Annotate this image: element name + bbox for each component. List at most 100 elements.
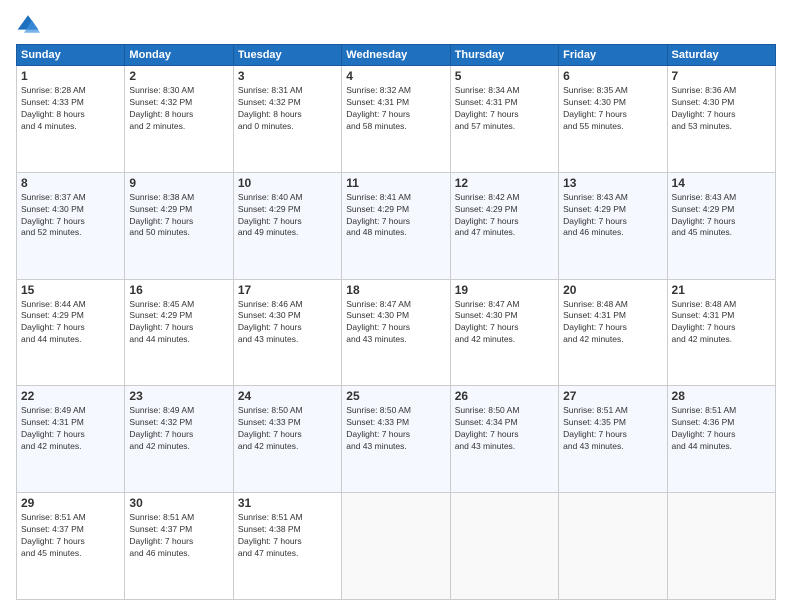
calendar-header-row: SundayMondayTuesdayWednesdayThursdayFrid… — [17, 45, 776, 66]
day-number: 30 — [129, 496, 228, 510]
day-number: 6 — [563, 69, 662, 83]
day-info: Sunrise: 8:49 AMSunset: 4:31 PMDaylight:… — [21, 405, 120, 453]
day-info: Sunrise: 8:45 AMSunset: 4:29 PMDaylight:… — [129, 299, 228, 347]
calendar-cell: 2 Sunrise: 8:30 AMSunset: 4:32 PMDayligh… — [125, 66, 233, 173]
day-info: Sunrise: 8:51 AMSunset: 4:38 PMDaylight:… — [238, 512, 337, 560]
day-number: 12 — [455, 176, 554, 190]
calendar-cell: 15 Sunrise: 8:44 AMSunset: 4:29 PMDaylig… — [17, 279, 125, 386]
day-info: Sunrise: 8:43 AMSunset: 4:29 PMDaylight:… — [672, 192, 771, 240]
day-number: 16 — [129, 283, 228, 297]
calendar-cell: 9 Sunrise: 8:38 AMSunset: 4:29 PMDayligh… — [125, 172, 233, 279]
day-number: 23 — [129, 389, 228, 403]
calendar-cell: 23 Sunrise: 8:49 AMSunset: 4:32 PMDaylig… — [125, 386, 233, 493]
calendar-cell: 19 Sunrise: 8:47 AMSunset: 4:30 PMDaylig… — [450, 279, 558, 386]
day-info: Sunrise: 8:49 AMSunset: 4:32 PMDaylight:… — [129, 405, 228, 453]
calendar-cell: 22 Sunrise: 8:49 AMSunset: 4:31 PMDaylig… — [17, 386, 125, 493]
calendar-table: SundayMondayTuesdayWednesdayThursdayFrid… — [16, 44, 776, 600]
calendar-cell: 29 Sunrise: 8:51 AMSunset: 4:37 PMDaylig… — [17, 493, 125, 600]
calendar-cell: 11 Sunrise: 8:41 AMSunset: 4:29 PMDaylig… — [342, 172, 450, 279]
calendar-cell — [667, 493, 775, 600]
calendar-week-row: 1 Sunrise: 8:28 AMSunset: 4:33 PMDayligh… — [17, 66, 776, 173]
calendar-cell: 12 Sunrise: 8:42 AMSunset: 4:29 PMDaylig… — [450, 172, 558, 279]
day-info: Sunrise: 8:47 AMSunset: 4:30 PMDaylight:… — [346, 299, 445, 347]
day-number: 19 — [455, 283, 554, 297]
calendar-day-header: Tuesday — [233, 45, 341, 66]
calendar-cell: 6 Sunrise: 8:35 AMSunset: 4:30 PMDayligh… — [559, 66, 667, 173]
calendar-cell: 5 Sunrise: 8:34 AMSunset: 4:31 PMDayligh… — [450, 66, 558, 173]
day-number: 22 — [21, 389, 120, 403]
day-number: 14 — [672, 176, 771, 190]
calendar-cell: 27 Sunrise: 8:51 AMSunset: 4:35 PMDaylig… — [559, 386, 667, 493]
day-info: Sunrise: 8:48 AMSunset: 4:31 PMDaylight:… — [672, 299, 771, 347]
day-info: Sunrise: 8:50 AMSunset: 4:33 PMDaylight:… — [238, 405, 337, 453]
calendar-cell: 25 Sunrise: 8:50 AMSunset: 4:33 PMDaylig… — [342, 386, 450, 493]
calendar-cell — [450, 493, 558, 600]
day-number: 28 — [672, 389, 771, 403]
day-info: Sunrise: 8:51 AMSunset: 4:37 PMDaylight:… — [21, 512, 120, 560]
day-number: 15 — [21, 283, 120, 297]
calendar-cell: 3 Sunrise: 8:31 AMSunset: 4:32 PMDayligh… — [233, 66, 341, 173]
calendar-cell: 14 Sunrise: 8:43 AMSunset: 4:29 PMDaylig… — [667, 172, 775, 279]
day-number: 20 — [563, 283, 662, 297]
day-info: Sunrise: 8:31 AMSunset: 4:32 PMDaylight:… — [238, 85, 337, 133]
day-number: 17 — [238, 283, 337, 297]
day-info: Sunrise: 8:51 AMSunset: 4:37 PMDaylight:… — [129, 512, 228, 560]
calendar-cell: 21 Sunrise: 8:48 AMSunset: 4:31 PMDaylig… — [667, 279, 775, 386]
calendar-cell: 8 Sunrise: 8:37 AMSunset: 4:30 PMDayligh… — [17, 172, 125, 279]
day-info: Sunrise: 8:44 AMSunset: 4:29 PMDaylight:… — [21, 299, 120, 347]
day-info: Sunrise: 8:47 AMSunset: 4:30 PMDaylight:… — [455, 299, 554, 347]
calendar-cell: 1 Sunrise: 8:28 AMSunset: 4:33 PMDayligh… — [17, 66, 125, 173]
day-number: 29 — [21, 496, 120, 510]
day-number: 21 — [672, 283, 771, 297]
calendar-cell: 31 Sunrise: 8:51 AMSunset: 4:38 PMDaylig… — [233, 493, 341, 600]
day-number: 2 — [129, 69, 228, 83]
calendar-cell: 13 Sunrise: 8:43 AMSunset: 4:29 PMDaylig… — [559, 172, 667, 279]
day-info: Sunrise: 8:34 AMSunset: 4:31 PMDaylight:… — [455, 85, 554, 133]
calendar-day-header: Saturday — [667, 45, 775, 66]
calendar-cell — [342, 493, 450, 600]
day-number: 11 — [346, 176, 445, 190]
page: SundayMondayTuesdayWednesdayThursdayFrid… — [0, 0, 792, 612]
calendar-cell: 24 Sunrise: 8:50 AMSunset: 4:33 PMDaylig… — [233, 386, 341, 493]
logo-icon — [16, 12, 40, 36]
day-number: 31 — [238, 496, 337, 510]
day-number: 26 — [455, 389, 554, 403]
calendar-week-row: 22 Sunrise: 8:49 AMSunset: 4:31 PMDaylig… — [17, 386, 776, 493]
day-number: 3 — [238, 69, 337, 83]
day-info: Sunrise: 8:30 AMSunset: 4:32 PMDaylight:… — [129, 85, 228, 133]
day-number: 24 — [238, 389, 337, 403]
calendar-cell: 26 Sunrise: 8:50 AMSunset: 4:34 PMDaylig… — [450, 386, 558, 493]
calendar-cell: 18 Sunrise: 8:47 AMSunset: 4:30 PMDaylig… — [342, 279, 450, 386]
day-info: Sunrise: 8:36 AMSunset: 4:30 PMDaylight:… — [672, 85, 771, 133]
calendar-cell: 10 Sunrise: 8:40 AMSunset: 4:29 PMDaylig… — [233, 172, 341, 279]
day-number: 25 — [346, 389, 445, 403]
calendar-cell: 28 Sunrise: 8:51 AMSunset: 4:36 PMDaylig… — [667, 386, 775, 493]
calendar-cell: 17 Sunrise: 8:46 AMSunset: 4:30 PMDaylig… — [233, 279, 341, 386]
calendar-cell: 16 Sunrise: 8:45 AMSunset: 4:29 PMDaylig… — [125, 279, 233, 386]
day-info: Sunrise: 8:28 AMSunset: 4:33 PMDaylight:… — [21, 85, 120, 133]
day-number: 8 — [21, 176, 120, 190]
calendar-day-header: Friday — [559, 45, 667, 66]
day-number: 4 — [346, 69, 445, 83]
day-info: Sunrise: 8:50 AMSunset: 4:33 PMDaylight:… — [346, 405, 445, 453]
day-number: 27 — [563, 389, 662, 403]
calendar-cell: 30 Sunrise: 8:51 AMSunset: 4:37 PMDaylig… — [125, 493, 233, 600]
day-number: 7 — [672, 69, 771, 83]
day-info: Sunrise: 8:41 AMSunset: 4:29 PMDaylight:… — [346, 192, 445, 240]
day-info: Sunrise: 8:42 AMSunset: 4:29 PMDaylight:… — [455, 192, 554, 240]
day-info: Sunrise: 8:38 AMSunset: 4:29 PMDaylight:… — [129, 192, 228, 240]
calendar-cell: 20 Sunrise: 8:48 AMSunset: 4:31 PMDaylig… — [559, 279, 667, 386]
day-info: Sunrise: 8:37 AMSunset: 4:30 PMDaylight:… — [21, 192, 120, 240]
day-info: Sunrise: 8:32 AMSunset: 4:31 PMDaylight:… — [346, 85, 445, 133]
day-info: Sunrise: 8:35 AMSunset: 4:30 PMDaylight:… — [563, 85, 662, 133]
day-number: 5 — [455, 69, 554, 83]
day-number: 1 — [21, 69, 120, 83]
header — [16, 12, 776, 36]
day-info: Sunrise: 8:43 AMSunset: 4:29 PMDaylight:… — [563, 192, 662, 240]
day-number: 10 — [238, 176, 337, 190]
day-info: Sunrise: 8:48 AMSunset: 4:31 PMDaylight:… — [563, 299, 662, 347]
logo — [16, 12, 44, 36]
calendar-cell — [559, 493, 667, 600]
day-info: Sunrise: 8:40 AMSunset: 4:29 PMDaylight:… — [238, 192, 337, 240]
day-number: 18 — [346, 283, 445, 297]
